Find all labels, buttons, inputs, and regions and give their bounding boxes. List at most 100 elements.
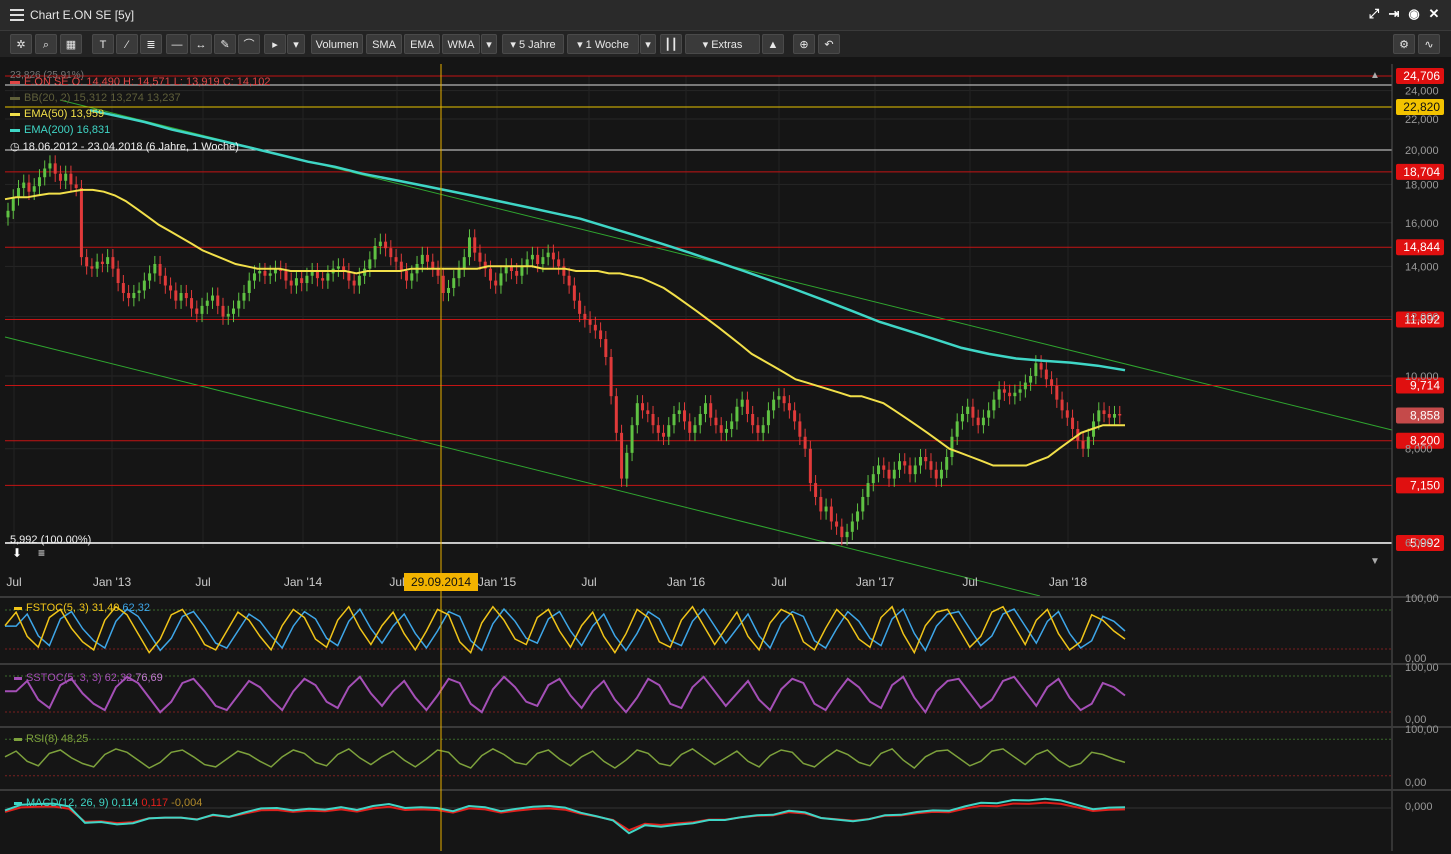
wma-button[interactable]: WMA <box>442 34 480 54</box>
candle-body <box>174 290 178 301</box>
wave-icon[interactable]: ∿ <box>1418 34 1440 54</box>
candle-body <box>368 259 372 269</box>
candle-body <box>861 496 865 512</box>
grid-icon[interactable]: ▦ <box>60 34 82 54</box>
candle-body <box>237 300 241 309</box>
ema200-swatch <box>10 128 20 132</box>
candle-body <box>735 406 739 422</box>
layers-icon[interactable]: ⚙ <box>1393 34 1415 54</box>
candle-body <box>604 339 608 358</box>
chevron-down-icon[interactable]: ▾ <box>287 34 305 54</box>
candle-body <box>58 173 62 181</box>
export-icon[interactable]: ⇥ <box>1387 6 1401 22</box>
candle-body <box>200 305 204 314</box>
candle-body <box>976 417 980 426</box>
scroll-down-icon[interactable]: ▼ <box>1370 556 1380 567</box>
price-tag-label: 14,844 <box>1403 240 1440 254</box>
line-tool-icon[interactable]: ⁄ <box>116 34 138 54</box>
candle-body <box>557 259 561 267</box>
candle-body <box>11 197 15 211</box>
segment-icon[interactable]: ↔ <box>190 34 212 54</box>
candle-body <box>352 280 356 286</box>
interval-select[interactable]: ▾ 1 Woche <box>567 34 639 54</box>
candle-body <box>163 275 167 286</box>
candle-body <box>939 469 943 479</box>
candle-body <box>32 186 36 192</box>
candle-body <box>132 292 136 299</box>
arrow-icon[interactable]: ▸ <box>264 34 286 54</box>
candle-body <box>829 506 833 522</box>
crosshair-date: 29.09.2014 <box>404 573 478 591</box>
candle-body <box>693 425 697 433</box>
candle-body <box>43 168 47 178</box>
chart-area[interactable]: 24,706 22,820 18,704 14,844 11,892 9,714 8,858… <box>0 58 1451 851</box>
candle-body <box>431 261 435 269</box>
list-icon[interactable]: ≡ <box>38 546 45 560</box>
undo-icon[interactable]: ↶ <box>818 34 840 54</box>
candle-body <box>1118 413 1122 416</box>
candle-body <box>226 313 230 317</box>
fstoc-name: FSTOC(5, 3) <box>26 602 89 614</box>
clock-icon: ◷ <box>10 141 20 153</box>
toolbar: ✲ ⌕ ▦ T ⁄ ≣ — ↔ ✎ ⌒ ▸ ▾ Volumen SMA EMA … <box>0 31 1451 57</box>
candle-body <box>515 271 519 276</box>
candle-body <box>646 410 650 414</box>
candle-type-icon[interactable]: ┃┃ <box>660 34 682 54</box>
hline-icon[interactable]: — <box>166 34 188 54</box>
candle-body <box>966 406 970 414</box>
legend-low: 5,992 (100.00%) <box>10 534 92 546</box>
candle-body <box>871 474 875 484</box>
rsi-v1: 48,25 <box>60 733 89 745</box>
ohlc-swatch <box>10 80 20 84</box>
period-text: 18.06.2012 - 23.04.2018 (6 Jahre, 1 Woch… <box>22 141 239 153</box>
download-icon[interactable]: ⬇ <box>12 546 22 560</box>
chevron-down-icon[interactable]: ▾ <box>640 34 656 54</box>
candle-body <box>714 417 718 426</box>
sstoc-ymax: 100,00 <box>1405 662 1439 674</box>
menu-icon[interactable] <box>10 9 24 21</box>
fib-tool-icon[interactable]: ≣ <box>140 34 162 54</box>
candle-body <box>441 275 445 293</box>
fullscreen-icon[interactable]: ⤢ <box>1367 6 1381 22</box>
extras-menu[interactable]: ▾ Extras <box>685 34 760 54</box>
fstoc-v2: 62,32 <box>122 602 150 614</box>
brush-icon[interactable]: ✎ <box>214 34 236 54</box>
alarm-icon[interactable]: ▲ <box>762 34 784 54</box>
scroll-up-icon[interactable]: ▲ <box>1370 70 1380 81</box>
candle-body <box>536 254 540 264</box>
candle-body <box>195 308 199 314</box>
candle-body <box>656 425 660 433</box>
candle-body <box>300 278 304 284</box>
candle-body <box>1050 379 1054 386</box>
candle-body <box>100 261 104 264</box>
rsi-legend: RSI(8) 48,25 <box>14 733 88 745</box>
zoom-icon[interactable]: ⊕ <box>793 34 815 54</box>
ema-button[interactable]: EMA <box>404 34 440 54</box>
macd-name: MACD(12, 26, 9) <box>26 797 109 809</box>
close-icon[interactable]: ✕ <box>1427 6 1441 22</box>
candle-body <box>127 292 131 299</box>
candle-body <box>971 406 975 418</box>
sma-button[interactable]: SMA <box>366 34 402 54</box>
candle-body <box>247 280 251 293</box>
y-tick-label: 22,000 <box>1405 114 1439 126</box>
macd-v1: 0,114 <box>111 797 139 809</box>
settings-icon[interactable]: ◉ <box>1407 6 1421 22</box>
candle-body <box>488 268 492 281</box>
arc-icon[interactable]: ⌒ <box>238 34 260 54</box>
candle-body <box>625 452 629 479</box>
candle-body <box>887 469 891 479</box>
candle-body <box>745 399 749 414</box>
candle-body <box>478 252 482 262</box>
chevron-down-icon[interactable]: ▾ <box>481 34 497 54</box>
price-chart[interactable]: 24,70622,82018,70414,84411,8929,7148,858… <box>0 58 1451 851</box>
gear-icon[interactable]: ✲ <box>10 34 32 54</box>
search-icon[interactable]: ⌕ <box>35 34 57 54</box>
range-select[interactable]: ▾ 5 Jahre <box>502 34 564 54</box>
volumen-button[interactable]: Volumen <box>311 34 363 54</box>
text-tool-icon[interactable]: T <box>92 34 114 54</box>
candle-body <box>588 319 592 325</box>
candle-body <box>499 273 503 286</box>
candle-body <box>74 184 78 189</box>
candle-body <box>987 410 991 418</box>
